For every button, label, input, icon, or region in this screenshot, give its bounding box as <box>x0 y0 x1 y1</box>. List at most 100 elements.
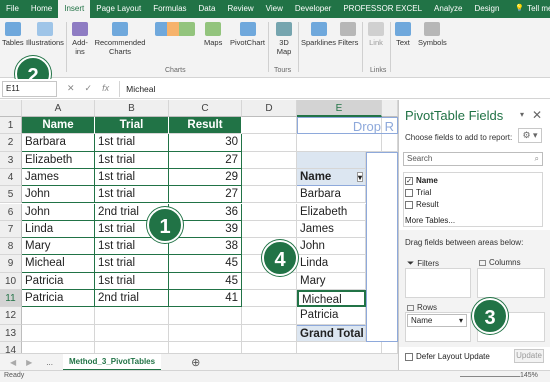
row-header[interactable]: 12 <box>0 307 22 325</box>
add-sheet-icon[interactable]: ⊕ <box>191 356 200 369</box>
pivot-row-item[interactable]: Micheal <box>297 290 366 308</box>
ribbon-tab-home[interactable]: Home <box>25 0 58 18</box>
table-cell[interactable]: John <box>22 186 95 204</box>
pivot-row-item[interactable]: James <box>297 220 366 239</box>
pivot-filter-dropdown-icon[interactable]: ▾ <box>356 171 363 182</box>
enter-icon[interactable]: ✓ <box>85 83 93 94</box>
row-header[interactable]: 13 <box>0 324 22 342</box>
row-header[interactable]: 4 <box>0 168 22 187</box>
ribbon-tab-design[interactable]: Design <box>469 0 506 18</box>
panel-options-icon[interactable]: ▾ <box>520 110 524 119</box>
row-header[interactable]: 7 <box>0 220 22 239</box>
grid-cell[interactable] <box>382 341 398 353</box>
pivot-header-name[interactable]: Name ▾ <box>297 168 366 187</box>
grid-cell[interactable] <box>242 307 297 325</box>
table-cell[interactable]: Linda <box>22 220 95 239</box>
ribbon-tab-formulas[interactable]: Formulas <box>147 0 192 18</box>
table-cell[interactable]: 38 <box>169 238 242 256</box>
grid-cell[interactable] <box>242 134 297 152</box>
next-sheet-icon[interactable]: ▶ <box>26 358 32 367</box>
row-header[interactable]: 11 <box>0 290 22 308</box>
text-button[interactable]: Text <box>395 22 411 47</box>
columns-drop-area[interactable] <box>477 268 545 298</box>
zoom-slider[interactable] <box>460 376 520 377</box>
pivot-row-item[interactable]: Linda <box>297 255 366 273</box>
maps-button[interactable]: Maps <box>204 22 222 47</box>
grid-cell[interactable] <box>169 341 242 353</box>
table-cell[interactable]: Elizabeth <box>22 151 95 169</box>
column-header-d[interactable]: D <box>242 100 297 117</box>
ribbon-tab-file[interactable]: File <box>0 0 25 18</box>
sheet-tab-active[interactable]: Method_3_PivotTables <box>62 353 162 371</box>
ribbon-tab-view[interactable]: View <box>260 0 289 18</box>
grid-cell[interactable] <box>95 324 169 342</box>
row-header[interactable]: 5 <box>0 186 22 204</box>
column-header-partial[interactable] <box>382 100 398 117</box>
table-cell[interactable]: Barbara <box>22 134 95 152</box>
ribbon-tab-page-layout[interactable]: Page Layout <box>90 0 147 18</box>
table-cell[interactable]: 1st trial <box>95 272 169 290</box>
close-icon[interactable]: ✕ <box>532 108 542 122</box>
table-cell[interactable]: Patricia <box>22 290 95 308</box>
pivot-row-item[interactable]: Barbara <box>297 186 366 204</box>
row-header[interactable]: 3 <box>0 151 22 169</box>
filters-button[interactable]: Filters <box>338 22 358 47</box>
pivot-row-item[interactable]: Elizabeth <box>297 203 366 221</box>
ribbon-tab-analyze[interactable]: Analyze <box>428 0 468 18</box>
column-header-a[interactable]: A <box>22 100 95 117</box>
ribbon-tab-professor-excel[interactable]: PROFESSOR EXCEL <box>337 0 428 18</box>
row-header[interactable]: 6 <box>0 203 22 221</box>
update-button[interactable]: Update <box>514 349 544 363</box>
table-cell[interactable]: Micheal <box>22 255 95 273</box>
table-header-cell[interactable]: Result <box>169 117 242 135</box>
table-cell[interactable]: 1st trial <box>95 186 169 204</box>
name-box[interactable]: E11 <box>2 80 57 97</box>
table-cell[interactable]: James <box>22 168 95 187</box>
grid-cell[interactable] <box>242 272 297 290</box>
ribbon-tab-developer[interactable]: Developer <box>289 0 337 18</box>
tell-me-box[interactable]: 💡 Tell me <box>509 0 550 18</box>
table-cell[interactable]: 45 <box>169 255 242 273</box>
more-sheets[interactable]: ... <box>46 358 53 367</box>
column-header-e[interactable]: E <box>297 100 382 117</box>
grid-cell[interactable] <box>22 324 95 342</box>
grid-cell[interactable] <box>242 220 297 239</box>
filters-drop-area[interactable] <box>405 268 471 298</box>
grid-cell[interactable] <box>169 307 242 325</box>
table-cell[interactable]: 1st trial <box>95 255 169 273</box>
gear-icon[interactable]: ⚙ ▾ <box>518 128 542 143</box>
table-cell[interactable]: 30 <box>169 134 242 152</box>
more-tables-link[interactable]: More Tables... <box>405 216 455 225</box>
table-cell[interactable]: 29 <box>169 168 242 187</box>
table-cell[interactable]: 1st trial <box>95 151 169 169</box>
pivotchart-button[interactable]: PivotChart <box>230 22 265 47</box>
table-cell[interactable]: Mary <box>22 238 95 256</box>
table-cell[interactable]: John <box>22 203 95 221</box>
rows-field-name[interactable]: Name ▾ <box>407 314 467 327</box>
pivot-row-item[interactable]: Patricia <box>297 307 366 325</box>
grid-cell[interactable] <box>22 341 95 353</box>
3d-map-button[interactable]: 3D Map <box>273 22 295 56</box>
grid-cell[interactable] <box>242 324 297 342</box>
ribbon-tab-review[interactable]: Review <box>221 0 259 18</box>
grid-cell[interactable] <box>169 324 242 342</box>
table-cell[interactable]: 41 <box>169 290 242 308</box>
prev-sheet-icon[interactable]: ◀ <box>10 358 16 367</box>
row-header[interactable]: 14 <box>0 341 22 353</box>
field-checkbox[interactable] <box>405 200 413 209</box>
grid-cell[interactable] <box>242 341 297 353</box>
table-cell[interactable]: 27 <box>169 186 242 204</box>
field-search-input[interactable]: Search ⌕ <box>403 152 543 166</box>
pivot-row-item[interactable]: John <box>297 238 366 256</box>
grid-cell[interactable] <box>297 341 382 353</box>
addins-button[interactable]: Add-ins <box>70 22 90 56</box>
grid-cell[interactable] <box>382 134 398 152</box>
worksheet[interactable]: A B C D E 1 2 3 4 5 6 7 8 9 10 11 12 13 14 Name Trial Result B… <box>0 100 398 353</box>
column-header-c[interactable]: C <box>169 100 242 117</box>
defer-layout[interactable]: Defer Layout Update <box>405 352 490 361</box>
table-header-cell[interactable]: Name <box>22 117 95 135</box>
grid-cell[interactable] <box>242 151 297 169</box>
link-button[interactable]: Link <box>368 22 384 47</box>
table-cell[interactable]: 1st trial <box>95 168 169 187</box>
cancel-icon[interactable]: ✕ <box>67 83 75 94</box>
